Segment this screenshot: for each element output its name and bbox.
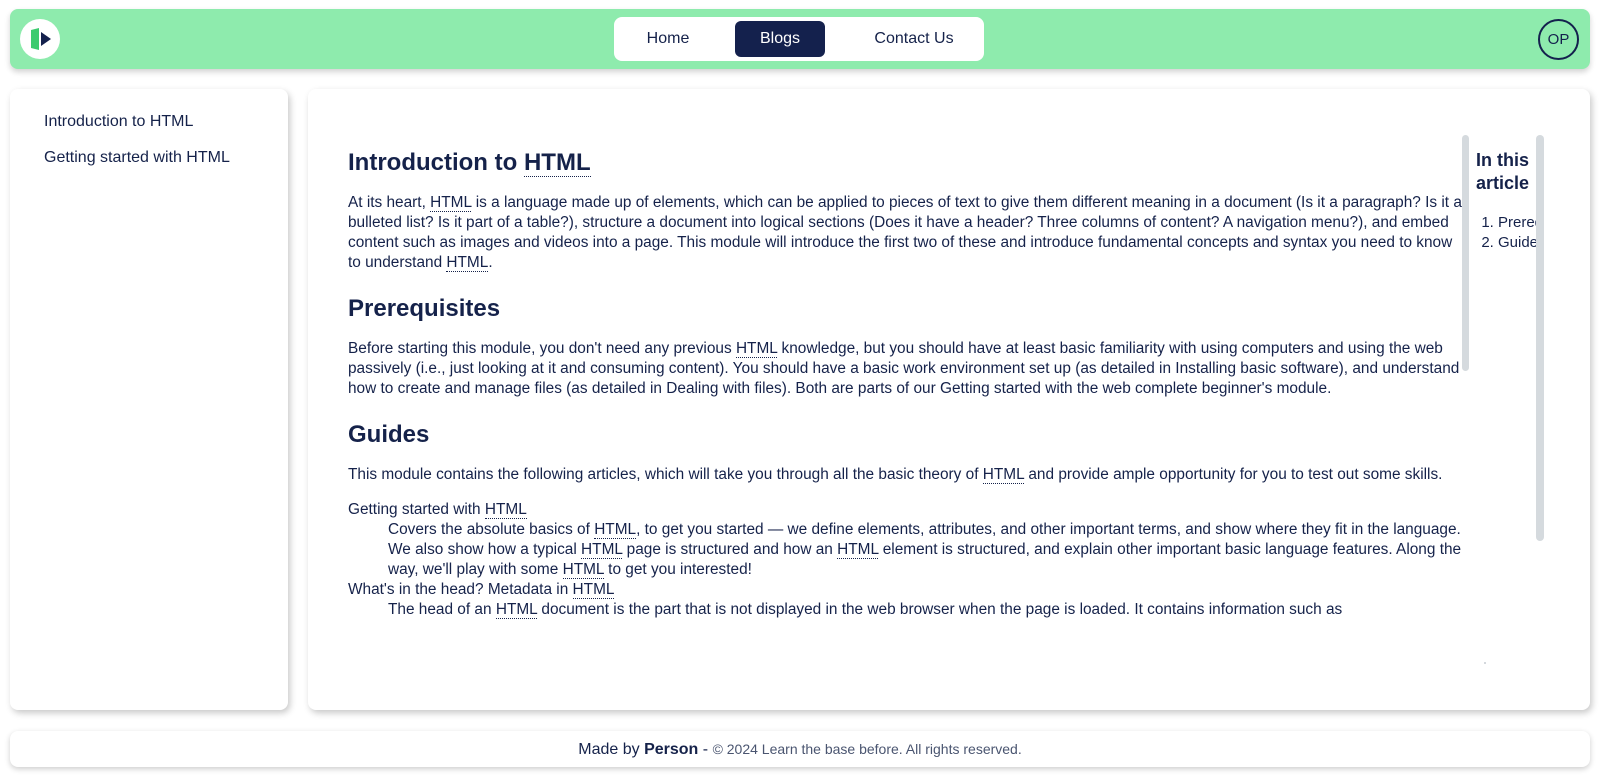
footer-copyright: © 2024 Learn the base before. All rights…: [712, 741, 1022, 757]
top-header: Home Blogs Contact Us OP: [10, 9, 1590, 69]
html-abbr[interactable]: HTML: [735, 340, 778, 358]
html-abbr[interactable]: HTML: [484, 501, 527, 519]
nav-contact-us[interactable]: Contact Us: [854, 21, 974, 57]
main-nav: Home Blogs Contact Us: [614, 17, 984, 61]
html-abbr[interactable]: HTML: [982, 466, 1025, 484]
intro-paragraph: At its heart, HTML is a language made up…: [348, 194, 1462, 272]
html-abbr[interactable]: HTML: [837, 541, 879, 559]
guide-title[interactable]: What's in the head? Metadata in HTML: [348, 580, 1463, 600]
article-scrollbar[interactable]: [1462, 135, 1469, 371]
main-content-panel: Introduction to HTML At its heart, HTML …: [308, 89, 1590, 710]
logo-icon[interactable]: [20, 19, 60, 59]
guide-description: The head of an HTML document is the part…: [388, 601, 1343, 619]
html-abbr[interactable]: HTML: [581, 541, 623, 559]
footer-made-by: Made by: [578, 741, 640, 758]
toc-item-guides[interactable]: Guides: [1498, 233, 1536, 253]
article-body[interactable]: Introduction to HTML At its heart, HTML …: [348, 149, 1463, 669]
toc-list: Prerequisites Guides: [1476, 213, 1536, 253]
html-abbr[interactable]: HTML: [594, 521, 637, 539]
guide-title[interactable]: Getting started with HTML: [348, 500, 1463, 520]
toc-item-prerequisites[interactable]: Prerequisites: [1498, 213, 1536, 233]
nav-blogs[interactable]: Blogs: [735, 21, 825, 57]
nav-home[interactable]: Home: [624, 21, 712, 57]
html-abbr[interactable]: HTML: [572, 581, 615, 599]
footer: Made by Person - © 2024 Learn the base b…: [10, 731, 1590, 767]
prerequisites-paragraph: Before starting this module, you don't n…: [348, 340, 1460, 397]
guide-description: Covers the absolute basics of HTML, to g…: [388, 521, 1462, 579]
html-abbr[interactable]: HTML: [523, 149, 591, 177]
sidebar-item-getting-started-with-html[interactable]: Getting started with HTML: [44, 149, 230, 167]
footer-dash: -: [702, 741, 709, 758]
avatar[interactable]: OP: [1538, 19, 1579, 60]
guides-paragraph: This module contains the following artic…: [348, 466, 1443, 484]
html-abbr[interactable]: HTML: [495, 601, 538, 619]
html-abbr[interactable]: HTML: [562, 561, 604, 579]
sidebar-item-introduction-to-html[interactable]: Introduction to HTML: [44, 113, 193, 131]
toc-scrollbar[interactable]: [1536, 135, 1544, 541]
html-abbr[interactable]: HTML: [430, 194, 472, 212]
footer-author[interactable]: Person: [644, 741, 698, 758]
html-abbr[interactable]: HTML: [446, 254, 489, 272]
toc-title: In this article: [1476, 150, 1530, 193]
guides-list: Getting started with HTML Covers the abs…: [348, 500, 1463, 620]
scroll-indicator-dot: [1484, 662, 1486, 664]
page-title: Introduction to HTML: [348, 149, 591, 177]
prerequisites-heading: Prerequisites: [348, 295, 501, 322]
sidebar: Introduction to HTML Getting started wit…: [10, 89, 288, 710]
guides-heading: Guides: [348, 421, 430, 448]
table-of-contents: In this article Prerequisites Guides: [1476, 149, 1536, 469]
